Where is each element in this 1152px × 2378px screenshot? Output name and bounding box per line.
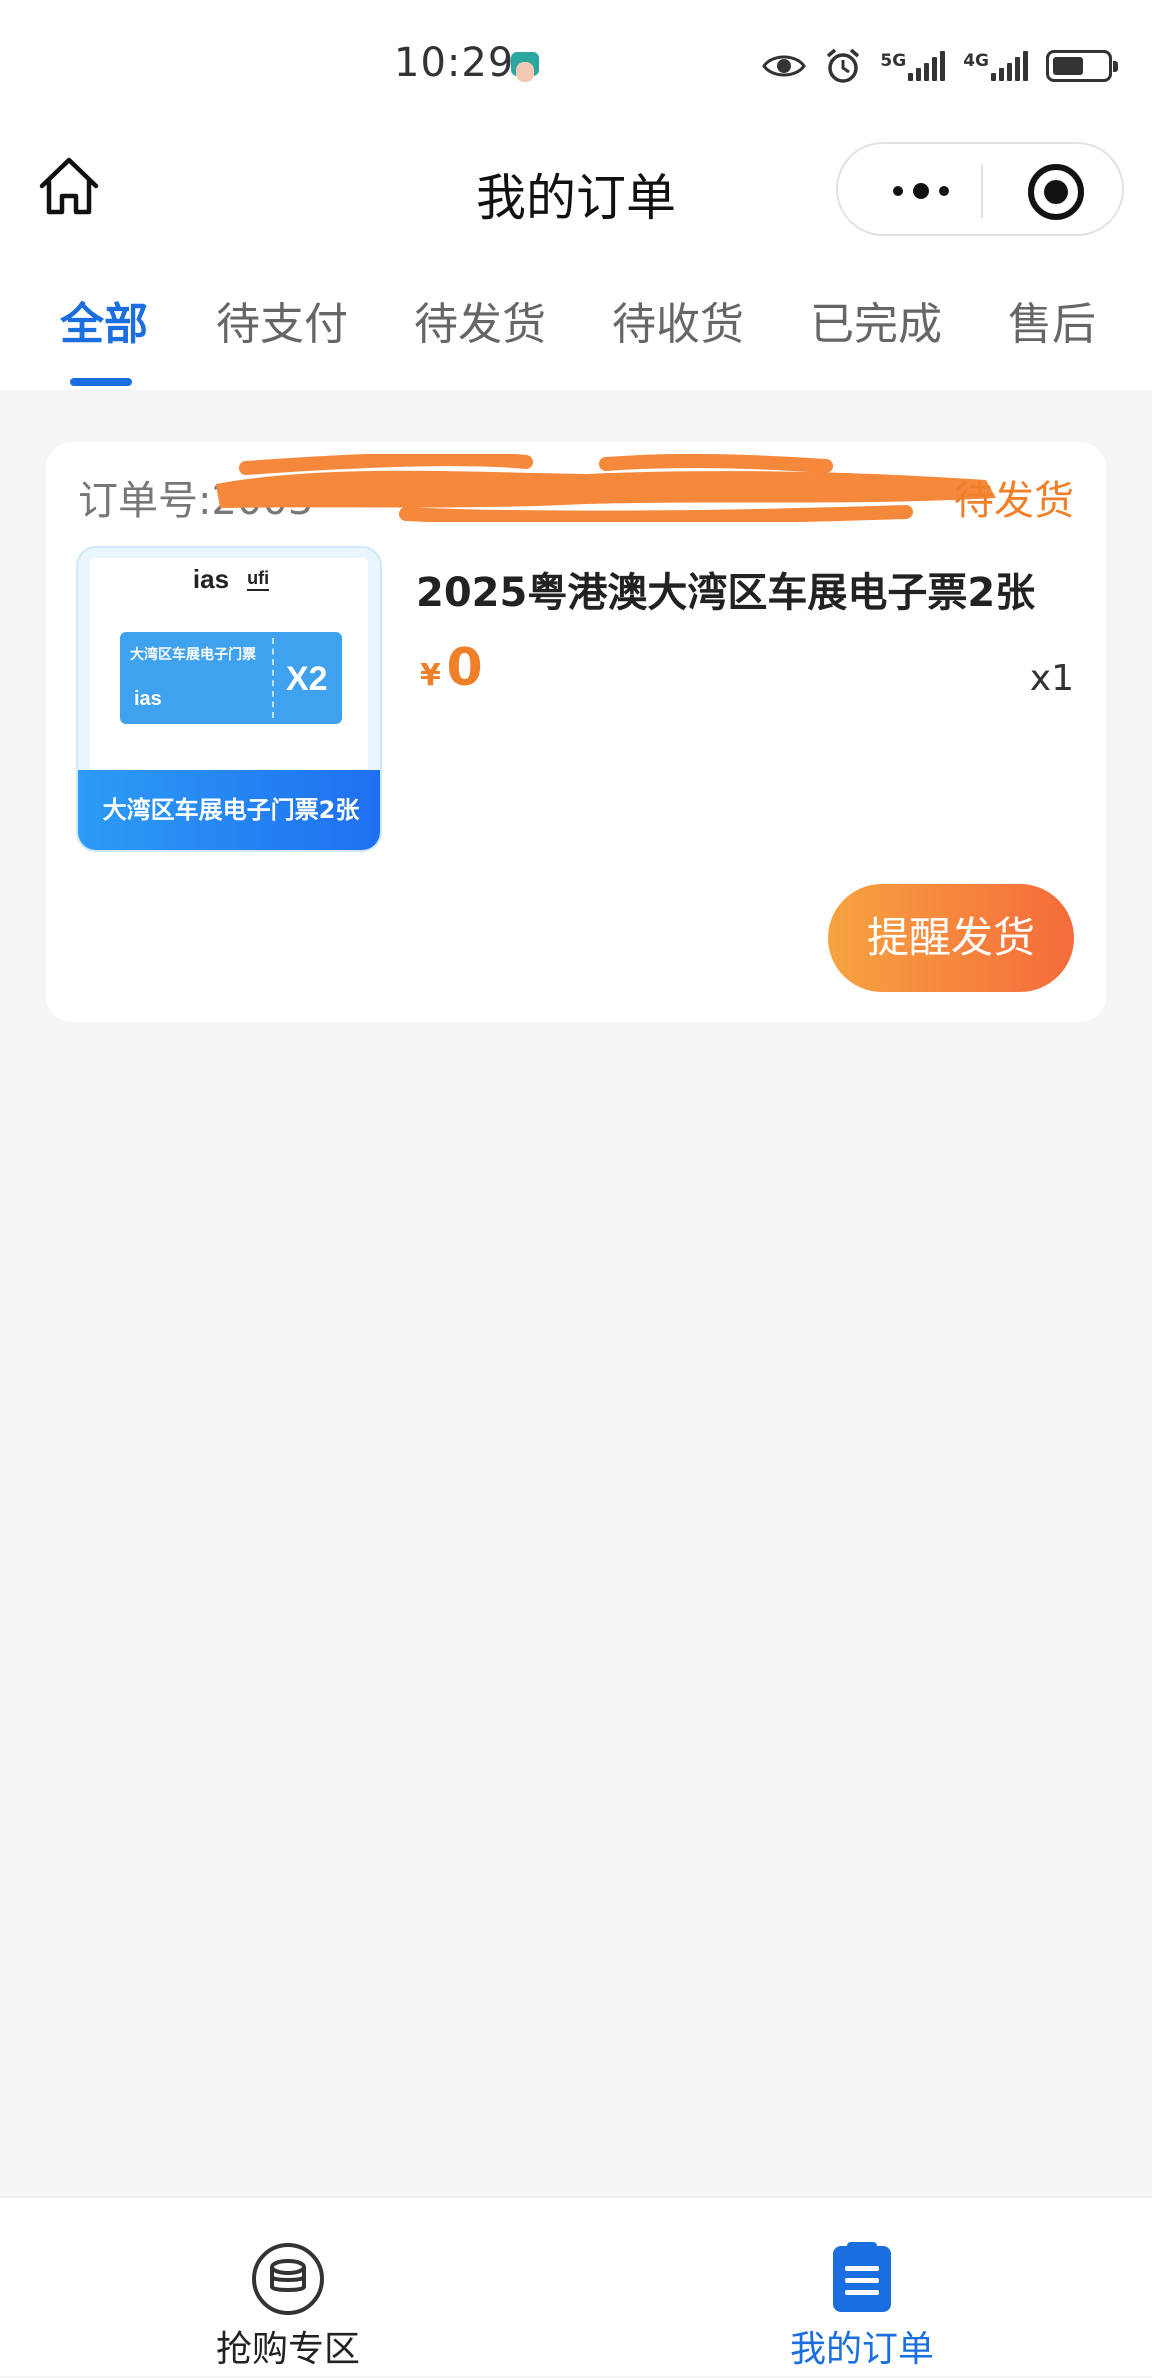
ticket-perforation bbox=[272, 638, 274, 718]
tab-active-indicator bbox=[70, 378, 132, 386]
bottom-tab-label: 抢购专区 bbox=[215, 2329, 360, 2370]
ias-logo: ias bbox=[192, 564, 230, 594]
signal-4g: 4G bbox=[963, 51, 1028, 81]
ticket-graphic: 大湾区车展电子门票 ias X2 bbox=[120, 632, 342, 724]
product-logos: ias ufi bbox=[78, 564, 380, 595]
more-options-button[interactable] bbox=[876, 164, 966, 218]
product-title: 2025粤港澳大湾区车展电子票2张 bbox=[416, 570, 1036, 616]
product-image-banner: 大湾区车展电子门票2张 bbox=[78, 770, 380, 850]
order-status: 待发货 bbox=[954, 478, 1074, 524]
eye-icon bbox=[762, 55, 807, 77]
mini-program-capsule bbox=[836, 142, 1124, 236]
price-value: 0 bbox=[446, 638, 483, 698]
coin-stack-icon bbox=[252, 2243, 324, 2315]
tab-pending-shipment[interactable]: 待发货 bbox=[414, 288, 546, 352]
ufi-logo: ufi bbox=[247, 568, 270, 591]
battery-icon bbox=[1046, 50, 1118, 82]
more-dot-icon bbox=[939, 186, 949, 196]
bottom-tab-my-orders[interactable]: 我的订单 bbox=[732, 2198, 992, 2378]
tab-completed[interactable]: 已完成 bbox=[810, 288, 942, 352]
app-notification-icon bbox=[511, 52, 539, 82]
bottom-tab-bar: 抢购专区 我的订单 bbox=[0, 2196, 1152, 2376]
product-price: ¥ 0 bbox=[420, 638, 483, 698]
bottom-tab-flash-sale[interactable]: 抢购专区 bbox=[158, 2198, 418, 2378]
signal-5g: 5G bbox=[880, 51, 946, 81]
tab-pending-receipt[interactable]: 待收货 bbox=[612, 288, 744, 352]
alarm-icon bbox=[827, 48, 860, 83]
signal-bars-icon bbox=[908, 51, 946, 81]
ticket-title: 大湾区车展电子门票 bbox=[130, 647, 256, 663]
status-time: 10:29 bbox=[394, 40, 515, 86]
signal-bars-icon bbox=[991, 51, 1028, 81]
order-tabs: 全部 待支付 待发货 待收货 已完成 售后 bbox=[0, 288, 1152, 388]
capsule-divider bbox=[981, 164, 983, 218]
product-image[interactable]: ias ufi 大湾区车展电子门票 ias X2 大湾区车展电子门票2张 bbox=[76, 546, 382, 852]
product-quantity: x1 bbox=[1029, 658, 1074, 699]
order-list-icon bbox=[833, 2242, 891, 2312]
bottom-tab-label: 我的订单 bbox=[789, 2329, 934, 2370]
redaction-scribble bbox=[216, 454, 996, 522]
more-dot-icon bbox=[893, 186, 903, 196]
status-bar: 10:29 5G 4G bbox=[0, 0, 1152, 130]
tab-after-sales[interactable]: 售后 bbox=[1008, 288, 1096, 352]
currency-symbol: ¥ bbox=[420, 658, 441, 693]
ticket-logo: ias bbox=[134, 688, 162, 710]
remind-shipment-button[interactable]: 提醒发货 bbox=[828, 884, 1074, 992]
more-dot-icon bbox=[913, 183, 929, 199]
ticket-quantity: X2 bbox=[286, 660, 328, 698]
status-icons: 5G 4G bbox=[762, 44, 1118, 88]
tab-all[interactable]: 全部 bbox=[60, 288, 148, 352]
tab-pending-payment[interactable]: 待支付 bbox=[216, 288, 348, 352]
close-miniprogram-button[interactable] bbox=[1028, 164, 1084, 220]
order-card[interactable]: 订单号:2003 待发货 ias ufi 大湾区车展电子门票 ias X2 大湾… bbox=[46, 442, 1106, 1022]
